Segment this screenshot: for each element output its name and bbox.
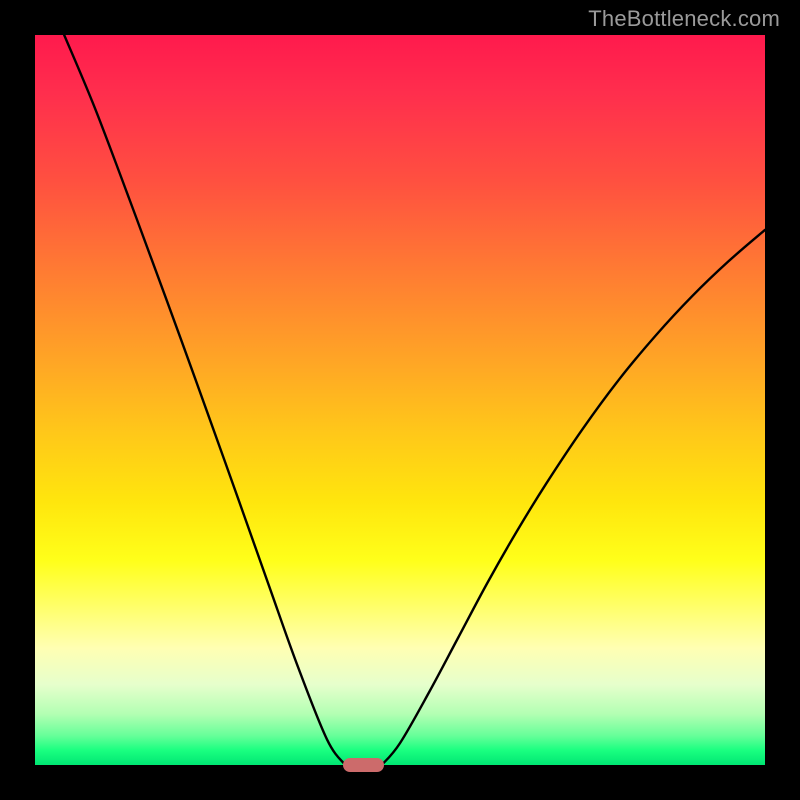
bottleneck-curve	[35, 35, 765, 765]
curve-left-branch	[64, 35, 345, 765]
optimal-range-marker	[343, 758, 383, 772]
plot-area	[35, 35, 765, 765]
chart-frame: TheBottleneck.com	[0, 0, 800, 800]
attribution-label: TheBottleneck.com	[588, 6, 780, 32]
curve-right-branch	[382, 230, 765, 765]
